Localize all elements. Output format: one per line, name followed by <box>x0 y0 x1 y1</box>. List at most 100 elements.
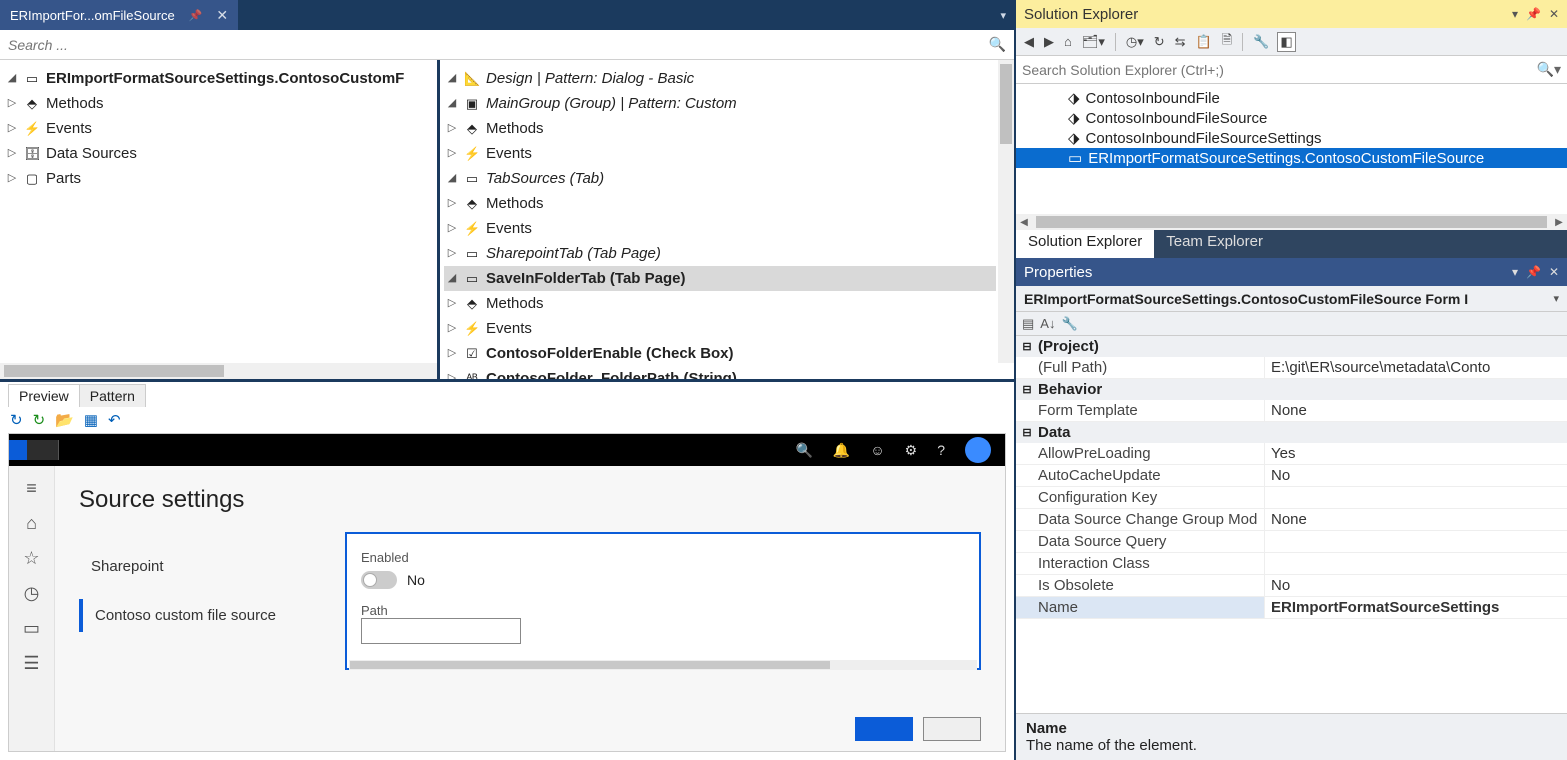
expand-icon[interactable]: ▷ <box>6 116 18 141</box>
bell-icon[interactable]: 🔔 <box>833 442 850 459</box>
enabled-toggle[interactable] <box>361 571 397 589</box>
expand-icon[interactable]: ◢ <box>446 66 458 91</box>
clock-icon[interactable]: ◷ <box>24 583 40 604</box>
solution-item[interactable]: ⬗ContosoInboundFileSourceSettings <box>1016 128 1567 148</box>
open-icon[interactable]: 📂 <box>55 411 74 429</box>
workspace-icon[interactable]: ▭ <box>23 618 40 639</box>
help-icon[interactable]: ? <box>937 442 945 458</box>
design-node[interactable]: Events <box>486 316 532 341</box>
property-row[interactable]: Data Source Query <box>1016 531 1567 553</box>
expand-icon[interactable]: ◢ <box>446 266 458 291</box>
search-icon[interactable]: 🔍 <box>795 442 812 459</box>
properties-category[interactable]: ⊟Data <box>1016 422 1567 443</box>
design-node[interactable]: TabSources (Tab) <box>486 166 604 191</box>
search-icon[interactable]: 🔍 <box>989 36 1006 53</box>
design-node[interactable]: Events <box>486 141 532 166</box>
sync-icon[interactable]: 🗂▾ <box>1080 33 1107 51</box>
cancel-button[interactable] <box>923 717 981 741</box>
star-icon[interactable]: ☆ <box>23 548 39 569</box>
pin-icon[interactable]: 📌 <box>189 9 203 22</box>
properties-category[interactable]: ⊟Behavior <box>1016 379 1567 400</box>
smile-icon[interactable]: ☺ <box>870 442 884 458</box>
design-node[interactable]: Methods <box>486 116 544 141</box>
forward-icon[interactable]: ▶ <box>1042 33 1056 51</box>
expand-icon[interactable]: ▷ <box>446 141 458 166</box>
refresh-all-icon[interactable]: ↻ <box>33 411 46 429</box>
property-row[interactable]: AutoCacheUpdateNo <box>1016 465 1567 487</box>
properties-category[interactable]: ⊟(Project) <box>1016 336 1567 357</box>
close-icon[interactable]: ✕ <box>1549 7 1559 21</box>
tab-preview[interactable]: Preview <box>8 384 80 407</box>
gear-icon[interactable]: ⚙ <box>905 442 918 459</box>
property-row[interactable]: Data Source Change Group ModNone <box>1016 509 1567 531</box>
expand-icon[interactable]: ▷ <box>446 241 458 266</box>
outline-node[interactable]: Events <box>46 116 92 141</box>
wrench-icon[interactable]: 🔧 <box>1061 316 1077 332</box>
design-node[interactable]: Methods <box>486 191 544 216</box>
design-node[interactable]: SharepointTab (Tab Page) <box>486 241 661 266</box>
tab-team-explorer[interactable]: Team Explorer <box>1154 230 1275 258</box>
expand-icon[interactable]: ▷ <box>446 216 458 241</box>
designer-search-input[interactable] <box>8 37 989 53</box>
solution-search-input[interactable] <box>1022 62 1537 78</box>
expand-icon[interactable]: ◢ <box>446 166 458 191</box>
design-node[interactable]: MainGroup (Group) | Pattern: Custom <box>486 91 737 116</box>
h-scrollbar[interactable] <box>0 363 437 379</box>
expand-icon[interactable]: ▷ <box>446 316 458 341</box>
solution-item[interactable]: ⬗ContosoInboundFileSource <box>1016 108 1567 128</box>
expand-icon[interactable]: ▷ <box>446 116 458 141</box>
expand-icon[interactable]: ◢ <box>446 91 458 116</box>
document-tab[interactable]: ERImportFor...omFileSource 📌 ✕ <box>0 0 238 30</box>
close-icon[interactable]: ✕ <box>216 7 228 24</box>
property-row[interactable]: (Full Path)E:\git\ER\source\metadata\Con… <box>1016 357 1567 379</box>
design-node[interactable]: Design | Pattern: Dialog - Basic <box>486 66 694 91</box>
categorized-icon[interactable]: ▤ <box>1022 316 1034 332</box>
grid-icon[interactable]: ▦ <box>84 411 98 429</box>
expand-icon[interactable]: ▷ <box>446 366 458 379</box>
property-row[interactable]: Interaction Class <box>1016 553 1567 575</box>
copy-icon[interactable]: 📋 <box>1194 33 1214 51</box>
chevron-down-icon[interactable]: ▾ <box>1553 292 1559 305</box>
preview-icon[interactable]: ◧ <box>1277 32 1295 52</box>
search-icon[interactable]: 🔍▾ <box>1537 61 1561 78</box>
outline-node[interactable]: Parts <box>46 166 81 191</box>
expand-icon[interactable]: ◢ <box>6 66 18 91</box>
design-node[interactable]: Events <box>486 216 532 241</box>
refresh-icon[interactable]: ↻ <box>10 411 23 429</box>
v-scrollbar[interactable] <box>998 60 1014 363</box>
tab-overflow-icon[interactable]: ▾ <box>992 9 1014 22</box>
tab-solution-explorer[interactable]: Solution Explorer <box>1016 230 1154 258</box>
pin-icon[interactable]: 📌 <box>1526 265 1541 279</box>
expand-icon[interactable]: ▷ <box>446 191 458 216</box>
clock-icon[interactable]: ◷▾ <box>1124 33 1146 51</box>
dropdown-icon[interactable]: ▾ <box>1512 265 1518 279</box>
path-input[interactable] <box>361 618 521 644</box>
solution-item[interactable]: ⬗ContosoInboundFile <box>1016 88 1567 108</box>
home-icon[interactable]: ⌂ <box>1062 33 1074 50</box>
collapse-icon[interactable]: ⇆ <box>1173 33 1188 51</box>
design-node[interactable]: ContosoFolderEnable (Check Box) <box>486 341 734 366</box>
solution-item-selected[interactable]: ▭ERImportFormatSourceSettings.ContosoCus… <box>1016 148 1567 168</box>
refresh-icon[interactable]: ↻ <box>1152 33 1167 51</box>
list-icon[interactable]: ☰ <box>23 653 39 674</box>
property-row[interactable]: Is ObsoleteNo <box>1016 575 1567 597</box>
properties-object-selector[interactable]: ERImportFormatSourceSettings.ContosoCust… <box>1016 286 1567 312</box>
expand-icon[interactable]: ▷ <box>6 166 18 191</box>
property-row[interactable]: Configuration Key <box>1016 487 1567 509</box>
pin-icon[interactable]: 📌 <box>1526 7 1541 21</box>
ok-button[interactable] <box>855 717 913 741</box>
design-node[interactable]: ContosoFolder_FolderPath (String) <box>486 366 737 379</box>
outline-node[interactable]: Methods <box>46 91 104 116</box>
expand-icon[interactable]: ▷ <box>6 141 18 166</box>
design-node-selected[interactable]: SaveInFolderTab (Tab Page) <box>486 266 685 291</box>
home-icon[interactable]: ⌂ <box>26 513 37 534</box>
solution-hscroll[interactable]: ◀▶ <box>1016 214 1567 230</box>
design-node[interactable]: Methods <box>486 291 544 316</box>
source-item-sharepoint[interactable]: Sharepoint <box>79 550 329 583</box>
outline-root[interactable]: ERImportFormatSourceSettings.ContosoCust… <box>46 66 404 91</box>
avatar[interactable] <box>965 437 991 463</box>
back-icon[interactable]: ◀ <box>1022 33 1036 51</box>
outline-node[interactable]: Data Sources <box>46 141 137 166</box>
alphabetical-icon[interactable]: A↓ <box>1040 316 1055 331</box>
property-row-selected[interactable]: NameERImportFormatSourceSettings <box>1016 597 1567 619</box>
